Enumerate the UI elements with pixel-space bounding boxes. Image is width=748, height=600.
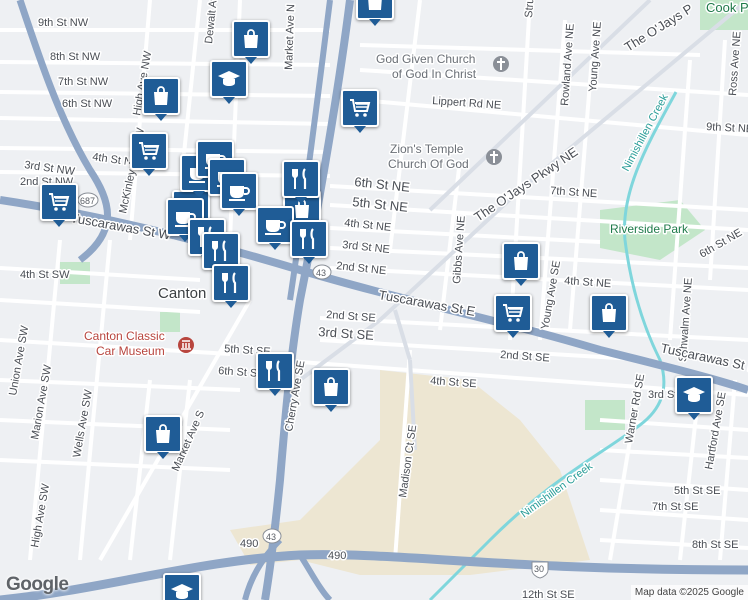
shopping-bag-icon — [244, 29, 258, 48]
school-marker[interactable] — [675, 376, 713, 420]
fork-knife-icon — [222, 272, 237, 293]
restaurant-marker[interactable] — [282, 160, 320, 204]
shopping-bag-icon — [368, 0, 382, 10]
museum-label-line1: Canton Classic — [84, 329, 165, 343]
shopping-bag-icon — [154, 86, 168, 105]
street-label: 4th St SW — [20, 269, 70, 281]
shopping-bag-icon — [156, 424, 170, 443]
school-cap-icon — [683, 387, 705, 402]
park-label: Cook P — [706, 0, 748, 15]
school-marker[interactable] — [210, 60, 248, 104]
svg-text:43: 43 — [266, 532, 276, 542]
shopping-bag-icon — [602, 303, 616, 322]
street-label: 5th St SE — [674, 485, 720, 497]
shopping-cart-icon — [49, 193, 70, 211]
fork-knife-icon — [266, 360, 281, 381]
church-label-line1: God Given Church — [376, 52, 475, 66]
shopping-cart-icon — [350, 99, 371, 117]
street-label: 8th St NW — [50, 51, 101, 63]
school-cap-icon — [218, 71, 240, 86]
google-logo: Google — [6, 574, 69, 595]
park-area-2 — [585, 400, 625, 430]
shopping-cart-icon — [503, 304, 524, 322]
church-label-line2: of God In Christ — [392, 67, 477, 81]
svg-text:687: 687 — [80, 196, 95, 206]
restaurant-marker[interactable] — [290, 220, 328, 264]
shopping-bag-marker[interactable] — [312, 368, 350, 412]
school-marker[interactable] — [163, 573, 201, 600]
park-label: Riverside Park — [610, 222, 689, 236]
map-attribution[interactable]: Map data ©2025 Google — [630, 585, 748, 600]
street-label: 7th St SE — [652, 501, 698, 513]
map-canvas[interactable]: 687 43 43 30 9th St NW 8th St NW 7th St … — [0, 0, 748, 600]
cafe-marker[interactable] — [220, 172, 258, 216]
svg-text:43: 43 — [316, 268, 326, 278]
shopping-bag-marker[interactable] — [590, 294, 628, 338]
fork-knife-icon — [292, 168, 307, 189]
fork-knife-icon — [212, 240, 227, 261]
school-cap-icon — [171, 584, 193, 599]
street-label: 9th St NW — [38, 17, 89, 29]
shopping-bag-icon — [514, 251, 528, 270]
restaurant-marker[interactable] — [212, 264, 250, 308]
street-label: 12th St SE — [522, 589, 575, 600]
shopping-bag-marker[interactable] — [144, 415, 182, 459]
shopping-bag-marker[interactable] — [356, 0, 394, 26]
fork-knife-icon — [300, 228, 315, 249]
church-label-line2: Church Of God — [388, 157, 469, 171]
restaurant-marker[interactable] — [256, 352, 294, 396]
street-label: 7th St NW — [58, 76, 109, 88]
street-label: 490 — [328, 550, 346, 562]
street-label: 9th St NE — [706, 121, 748, 135]
shopping-bag-icon — [324, 377, 338, 396]
shopping-cart-icon — [139, 142, 160, 160]
street-label: 8th St SE — [692, 539, 738, 551]
coffee-cup-icon — [265, 220, 286, 235]
shopping-cart-marker[interactable] — [40, 183, 78, 227]
shopping-cart-marker[interactable] — [341, 89, 379, 133]
shopping-bag-marker[interactable] — [502, 242, 540, 286]
shopping-bag-marker[interactable] — [232, 20, 270, 64]
shopping-bag-marker[interactable] — [142, 77, 180, 121]
cafe-marker[interactable] — [256, 206, 294, 250]
street-label: Market Ave N — [283, 4, 297, 70]
shopping-cart-marker[interactable] — [130, 132, 168, 176]
street-label: 490 — [240, 538, 258, 550]
shopping-cart-marker[interactable] — [494, 294, 532, 338]
coffee-cup-icon — [229, 186, 250, 201]
street-label: 6th St NW — [62, 98, 113, 110]
museum-label-line2: Car Museum — [96, 344, 165, 358]
church-label-line1: Zion's Temple — [390, 142, 464, 156]
svg-text:30: 30 — [534, 564, 544, 574]
city-label: Canton — [158, 285, 206, 302]
